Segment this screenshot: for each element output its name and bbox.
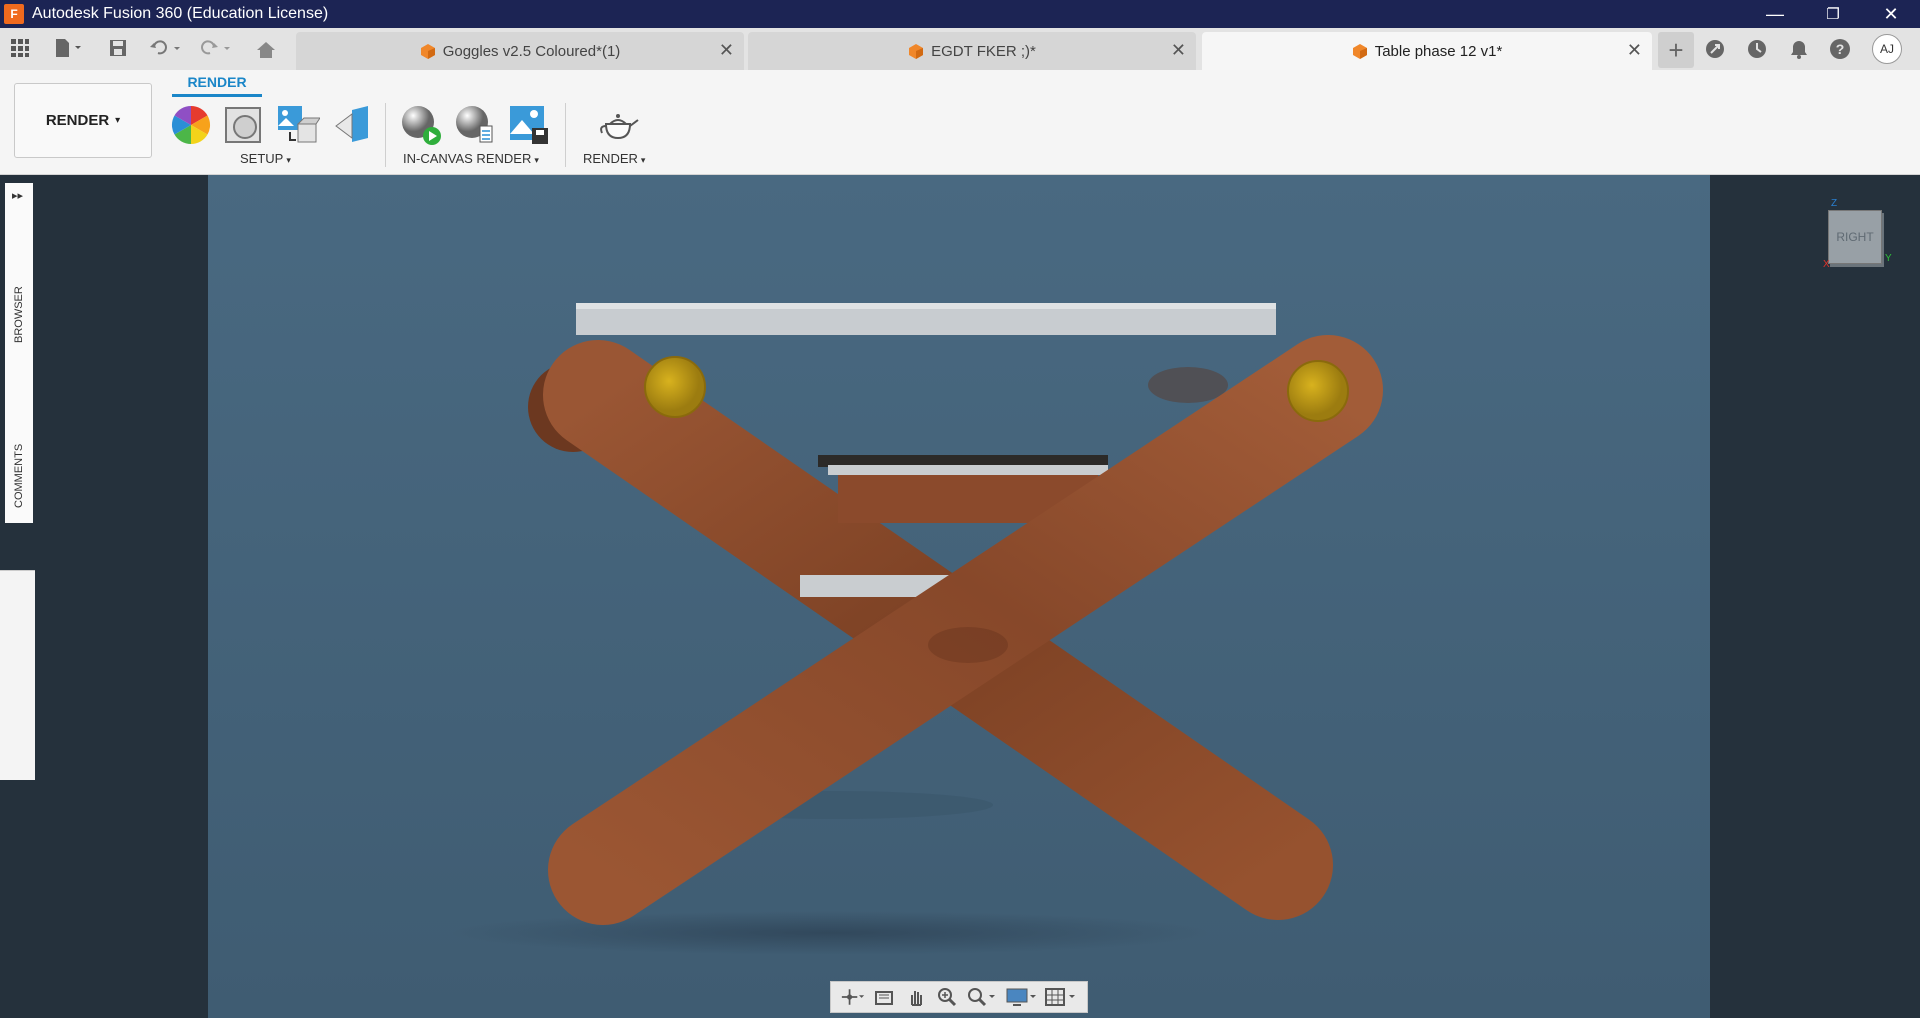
- help-icon[interactable]: ?: [1827, 36, 1853, 62]
- browser-toggle[interactable]: BROWSER: [13, 286, 25, 343]
- axis-y-label: Y: [1885, 253, 1892, 264]
- workspace-switcher[interactable]: RENDER ▾: [14, 83, 152, 158]
- fusion-app-icon: F: [4, 4, 24, 24]
- axis-x-label: X: [1823, 259, 1830, 270]
- active-tab-indicator: [172, 94, 262, 97]
- bolt-left: [644, 356, 706, 418]
- home-icon[interactable]: [252, 36, 280, 64]
- browser-comments-strip: ▸▸ BROWSER COMMENTS: [5, 183, 33, 523]
- apps-grid-icon[interactable]: [6, 34, 34, 62]
- pan-icon[interactable]: [904, 985, 928, 1009]
- in-canvas-render-label: IN-CANVAS RENDER: [403, 151, 532, 166]
- render-group[interactable]: RENDER ▾: [583, 151, 645, 166]
- comments-toggle[interactable]: COMMENTS: [13, 444, 25, 508]
- navigation-bar: [830, 981, 1088, 1013]
- notifications-icon[interactable]: [1786, 36, 1812, 62]
- decal-icon[interactable]: [332, 104, 374, 146]
- setup-label: SETUP: [240, 151, 284, 166]
- bolt-right: [1287, 360, 1349, 422]
- redo-icon[interactable]: [196, 34, 234, 62]
- display-settings-icon[interactable]: [1006, 985, 1038, 1009]
- in-canvas-render-icon[interactable]: [400, 104, 442, 146]
- file-icon: [56, 39, 81, 57]
- expand-panel-icon[interactable]: ▸▸: [12, 189, 23, 202]
- render-viewport[interactable]: [208, 175, 1710, 1018]
- tab-label: Table phase 12 v1*: [1374, 42, 1503, 60]
- in-canvas-render-group[interactable]: IN-CANVAS RENDER ▾: [403, 151, 539, 166]
- save-icon[interactable]: [104, 34, 132, 62]
- collapsed-panel: [0, 570, 35, 780]
- view-cube[interactable]: RIGHT: [1828, 210, 1882, 264]
- fit-icon[interactable]: [966, 985, 998, 1009]
- user-avatar[interactable]: AJ: [1872, 34, 1902, 64]
- design-cube-icon: [420, 44, 435, 59]
- undo-icon[interactable]: [146, 34, 184, 62]
- texture-map-icon[interactable]: [276, 104, 321, 146]
- look-at-icon[interactable]: [872, 985, 896, 1009]
- axis-z-label: Z: [1831, 198, 1838, 209]
- grid-icon[interactable]: [1045, 985, 1077, 1009]
- window-title: Autodesk Fusion 360 (Education License): [32, 5, 329, 22]
- chevron-down-icon: ▾: [534, 155, 539, 165]
- render-teapot-icon[interactable]: [596, 104, 642, 146]
- document-tab-bar: Goggles v2.5 Coloured*(1) ✕ EGDT FKER ;)…: [0, 28, 1920, 70]
- zoom-icon[interactable]: [935, 985, 959, 1009]
- scene-settings-icon[interactable]: [222, 104, 264, 146]
- appearance-icon[interactable]: [170, 104, 212, 146]
- file-menu-button[interactable]: [48, 34, 88, 62]
- render-settings-icon[interactable]: [454, 104, 496, 146]
- toolbar-divider: [565, 103, 566, 167]
- tab-label: EGDT FKER ;)*: [931, 42, 1036, 60]
- close-tab-icon[interactable]: ✕: [719, 40, 734, 61]
- restore-button[interactable]: ❐: [1804, 0, 1862, 28]
- tab-table-phase[interactable]: Table phase 12 v1* ✕: [1202, 32, 1652, 70]
- tab-egdt[interactable]: EGDT FKER ;)* ✕: [748, 32, 1196, 70]
- design-cube-icon: [1352, 44, 1367, 59]
- tab-label: Goggles v2.5 Coloured*(1): [442, 42, 621, 60]
- workspace-label: RENDER: [45, 112, 110, 129]
- job-status-icon[interactable]: [1744, 36, 1770, 62]
- setup-group[interactable]: SETUP ▾: [240, 151, 291, 166]
- extensions-icon[interactable]: [1702, 36, 1728, 62]
- new-tab-button[interactable]: +: [1658, 32, 1694, 68]
- top-rail: [573, 336, 1363, 446]
- close-window-button[interactable]: ✕: [1862, 0, 1920, 28]
- title-bar: F Autodesk Fusion 360 (Education License…: [0, 0, 1920, 28]
- window-controls: — ❐ ✕: [1746, 0, 1920, 28]
- chevron-down-icon: ▾: [286, 155, 291, 165]
- minimize-button[interactable]: —: [1746, 0, 1804, 28]
- stool-model: [208, 175, 1710, 1018]
- chevron-down-icon: ▾: [640, 155, 646, 165]
- close-tab-icon[interactable]: ✕: [1171, 40, 1186, 61]
- toolbar-divider: [385, 103, 386, 167]
- design-cube-icon: [909, 44, 924, 59]
- floor-shadow: [450, 911, 1210, 955]
- render-label: RENDER: [583, 151, 638, 166]
- orbit-icon[interactable]: [841, 985, 865, 1009]
- tab-render[interactable]: RENDER: [172, 74, 262, 90]
- tab-goggles[interactable]: Goggles v2.5 Coloured*(1) ✕: [296, 32, 744, 70]
- chevron-down-icon: ▾: [115, 115, 121, 126]
- capture-image-icon[interactable]: [508, 104, 550, 146]
- right-panel: [1710, 175, 1920, 1018]
- svg-text:?: ?: [1836, 41, 1845, 57]
- close-tab-icon[interactable]: ✕: [1627, 40, 1642, 61]
- ribbon-toolbar: RENDER ▾ RENDER SETUP ▾ IN-CANVAS RENDER…: [0, 70, 1920, 175]
